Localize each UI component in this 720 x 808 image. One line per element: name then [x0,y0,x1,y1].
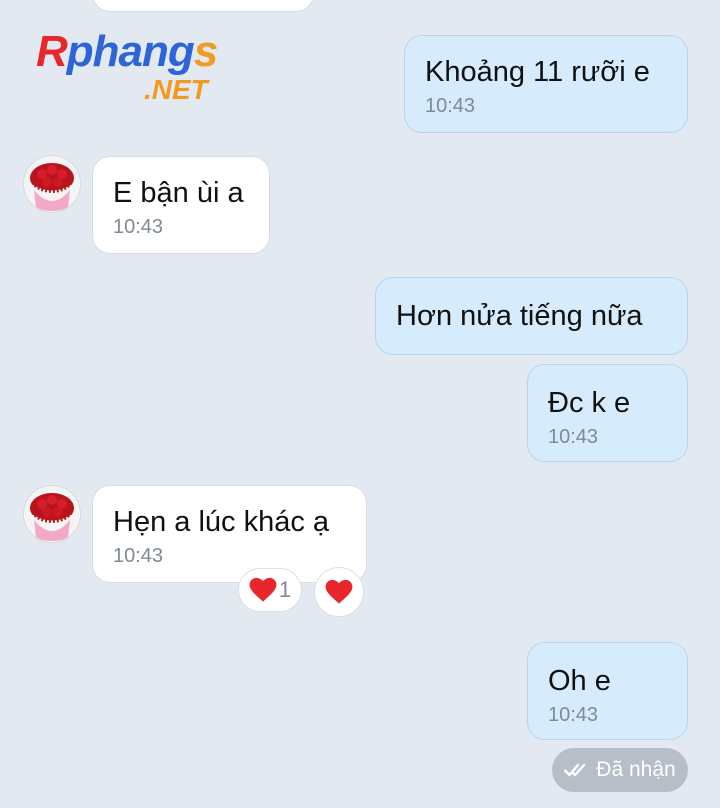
delivery-status-label: Đã nhận [596,758,676,781]
logo-wordmark: Rphangs [36,27,218,76]
message-time: 10:43 [548,704,599,726]
rphangs-logo: Rphangs .NET [36,28,256,108]
message-time: 10:43 [425,95,476,117]
message-text: E bận ùi a [113,177,244,209]
message-text: Đc k e [548,387,631,419]
message-text: Oh e [548,665,611,697]
message-bubble-outgoing[interactable]: Oh e 10:43 [527,642,688,740]
logo-suffix: .NET [144,74,208,105]
message-time: 10:43 [113,545,164,567]
delivery-status-badge: Đã nhận [552,748,688,792]
rose-bouquet-icon [24,486,80,542]
message-text: Hơn nửa tiếng nữa [396,300,643,332]
quick-react-button[interactable] [314,567,364,617]
reaction-count: 1 [278,577,292,602]
message-bubble-incoming[interactable]: E bận ùi a 10:43 [92,156,270,254]
rose-bouquet-icon [24,156,80,212]
contact-avatar[interactable] [23,155,81,213]
message-time: 10:43 [113,216,164,238]
contact-avatar[interactable] [23,485,81,543]
message-bubble-outgoing[interactable]: Đc k e 10:43 [527,364,688,462]
double-check-icon [564,763,586,777]
message-bubble-partial[interactable] [92,0,314,12]
message-bubble-incoming[interactable]: Hẹn a lúc khác ạ 10:43 [92,485,367,583]
message-bubble-outgoing[interactable]: Khoảng 11 rưỡi e 10:43 [404,35,688,133]
message-text: Khoảng 11 rưỡi e [425,56,650,88]
message-text: Hẹn a lúc khác ạ [113,506,330,538]
reaction-summary[interactable]: 1 [238,568,302,612]
heart-icon [249,577,277,602]
message-bubble-outgoing[interactable]: Hơn nửa tiếng nữa [375,277,688,355]
message-time: 10:43 [548,426,599,448]
heart-icon [325,579,353,604]
